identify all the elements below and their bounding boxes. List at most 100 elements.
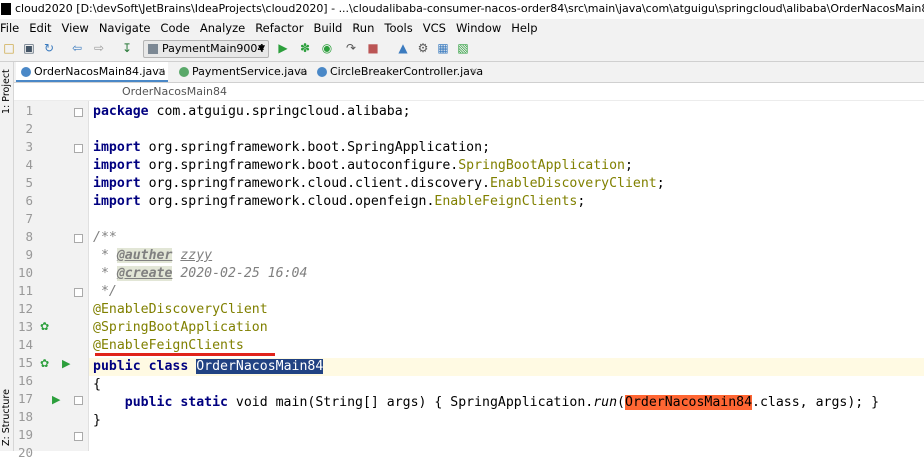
line-number: 11 bbox=[17, 283, 33, 298]
code-line-9: * @auther zzyy bbox=[93, 248, 213, 263]
line-number: 4 bbox=[25, 157, 33, 172]
menu-edit[interactable]: Edit bbox=[29, 19, 51, 37]
open-icon[interactable]: □ bbox=[2, 41, 16, 55]
line-number: 14 bbox=[17, 337, 33, 352]
menu-window[interactable]: Window bbox=[456, 19, 501, 37]
code-line-15: public class OrderNacosMain84 bbox=[93, 359, 324, 374]
project-structure-icon[interactable]: ▧ bbox=[456, 41, 470, 55]
fold-marker-icon[interactable] bbox=[74, 288, 83, 297]
menu-build[interactable]: Build bbox=[313, 19, 342, 37]
run-gutter-icon[interactable]: ▶ bbox=[62, 357, 70, 370]
code-line-12: @EnableDiscoveryClient bbox=[93, 302, 268, 317]
java-interface-icon bbox=[179, 67, 189, 77]
project-tool-tab[interactable]: 1: Project bbox=[0, 64, 13, 114]
code-line-6: import org.springframework.cloud.openfei… bbox=[93, 194, 586, 209]
code-line-3: import org.springframework.boot.SpringAp… bbox=[93, 140, 491, 155]
tab-label: CircleBreakerController.java bbox=[330, 65, 484, 78]
run-icon[interactable]: ▶ bbox=[276, 41, 290, 55]
sync-icon[interactable]: ↻ bbox=[42, 41, 56, 55]
menu-vcs[interactable]: VCS bbox=[423, 19, 446, 37]
line-number: 18 bbox=[17, 409, 33, 424]
tab-label: PaymentService.java bbox=[192, 65, 308, 78]
menu-file[interactable]: File bbox=[0, 19, 19, 37]
chevron-down-icon: ▼ bbox=[258, 44, 265, 54]
tab-payment-service[interactable]: PaymentService.java × bbox=[174, 62, 310, 82]
sdk-icon[interactable]: ▦ bbox=[436, 41, 450, 55]
code-line-8: /** bbox=[93, 230, 117, 245]
tab-circle-breaker-controller[interactable]: CircleBreakerController.java × bbox=[312, 62, 484, 82]
spring-bean-icon[interactable]: ✿ bbox=[40, 357, 49, 370]
menu-view[interactable]: View bbox=[62, 19, 89, 37]
build-project-icon[interactable]: ▲ bbox=[396, 41, 410, 55]
menu-navigate[interactable]: Navigate bbox=[99, 19, 151, 37]
fold-marker-icon[interactable] bbox=[74, 144, 83, 153]
line-number: 12 bbox=[17, 301, 33, 316]
line-number: 6 bbox=[25, 193, 33, 208]
fold-marker-icon[interactable] bbox=[74, 234, 83, 243]
code-line-20: } bbox=[93, 413, 101, 428]
menu-tools[interactable]: Tools bbox=[384, 19, 412, 37]
save-icon[interactable]: ▣ bbox=[22, 41, 36, 55]
run-config-selector[interactable]: PaymentMain9004 ▼ bbox=[143, 40, 269, 58]
java-class-icon bbox=[317, 67, 327, 77]
close-icon[interactable]: × bbox=[470, 62, 478, 82]
line-number: 20 bbox=[17, 445, 33, 460]
breadcrumb: OrderNacosMain84 bbox=[14, 83, 924, 101]
selected-class-name: OrderNacosMain84 bbox=[196, 359, 324, 374]
code-editor[interactable]: package com.atguigu.springcloud.alibaba;… bbox=[89, 101, 924, 451]
menu-code[interactable]: Code bbox=[160, 19, 189, 37]
code-line-1: package com.atguigu.springcloud.alibaba; bbox=[93, 104, 411, 119]
editor-gutter: 1 2 3 4 5 6 7 8 9 10 11 12 13 14 15 16 1… bbox=[14, 101, 89, 460]
line-number: 10 bbox=[17, 265, 33, 280]
line-number: 3 bbox=[25, 139, 33, 154]
run-config-label: PaymentMain9004 bbox=[162, 42, 265, 55]
line-number: 5 bbox=[25, 175, 33, 190]
window-title: cloud2020 [D:\devSoft\JetBrains\IdeaProj… bbox=[15, 2, 924, 15]
menu-analyze[interactable]: Analyze bbox=[200, 19, 245, 37]
intellij-icon bbox=[1, 3, 11, 15]
title-bar: cloud2020 [D:\devSoft\JetBrains\IdeaProj… bbox=[0, 0, 924, 19]
fold-marker-icon[interactable] bbox=[74, 432, 83, 441]
code-line-13: @SpringBootApplication bbox=[93, 320, 268, 335]
code-line-10: * @create 2020-02-25 16:04 bbox=[93, 266, 308, 281]
code-line-11: */ bbox=[93, 284, 117, 299]
close-icon[interactable]: × bbox=[157, 62, 165, 82]
build-icon[interactable]: ↧ bbox=[120, 41, 134, 55]
tab-order-nacos-main84[interactable]: OrderNacosMain84.java × bbox=[16, 62, 168, 82]
menu-run[interactable]: Run bbox=[352, 19, 374, 37]
line-number: 1 bbox=[25, 103, 33, 118]
menu-refactor[interactable]: Refactor bbox=[255, 19, 303, 37]
red-underline-annotation bbox=[95, 353, 275, 356]
line-number: 2 bbox=[25, 121, 33, 136]
debug-icon[interactable]: ✽ bbox=[298, 41, 312, 55]
profile-icon[interactable]: ↷ bbox=[344, 41, 358, 55]
forward-icon[interactable]: ⇨ bbox=[92, 41, 106, 55]
line-number: 9 bbox=[25, 247, 33, 262]
fold-marker-icon[interactable] bbox=[74, 108, 83, 117]
main-toolbar: □ ▣ ↻ ⇦ ⇨ ↧ PaymentMain9004 ▼ ▶ ✽ ◉ ↷ ■ … bbox=[0, 37, 924, 62]
editor-tabs: OrderNacosMain84.java × PaymentService.j… bbox=[14, 62, 924, 83]
line-number: 13 bbox=[17, 319, 33, 334]
menu-help[interactable]: Help bbox=[511, 19, 537, 37]
structure-tool-tab[interactable]: Z: Structure bbox=[0, 380, 13, 446]
back-icon[interactable]: ⇦ bbox=[70, 41, 84, 55]
coverage-icon[interactable]: ◉ bbox=[320, 41, 334, 55]
line-number: 15 bbox=[17, 355, 33, 370]
line-number: 19 bbox=[17, 427, 33, 442]
menu-bar: File Edit View Navigate Code Analyze Refactor B… bbox=[0, 19, 924, 37]
settings-icon[interactable]: ⚙ bbox=[416, 41, 430, 55]
stop-icon[interactable]: ■ bbox=[366, 41, 380, 55]
search-highlight: OrderNacosMain84 bbox=[625, 395, 753, 410]
fold-marker-icon[interactable] bbox=[74, 396, 83, 405]
tab-label: OrderNacosMain84.java bbox=[34, 65, 166, 78]
breadcrumb-class[interactable]: OrderNacosMain84 bbox=[122, 85, 227, 98]
close-icon[interactable]: × bbox=[298, 62, 306, 82]
run-gutter-icon[interactable]: ▶ bbox=[52, 393, 60, 406]
java-class-icon bbox=[21, 67, 31, 77]
spring-boot-config-icon bbox=[148, 44, 158, 54]
code-line-16: { bbox=[93, 377, 101, 392]
code-line-4: import org.springframework.boot.autoconf… bbox=[93, 158, 633, 173]
line-number: 16 bbox=[17, 373, 33, 388]
spring-bean-icon[interactable]: ✿ bbox=[40, 320, 49, 333]
line-number: 17 bbox=[17, 391, 33, 406]
